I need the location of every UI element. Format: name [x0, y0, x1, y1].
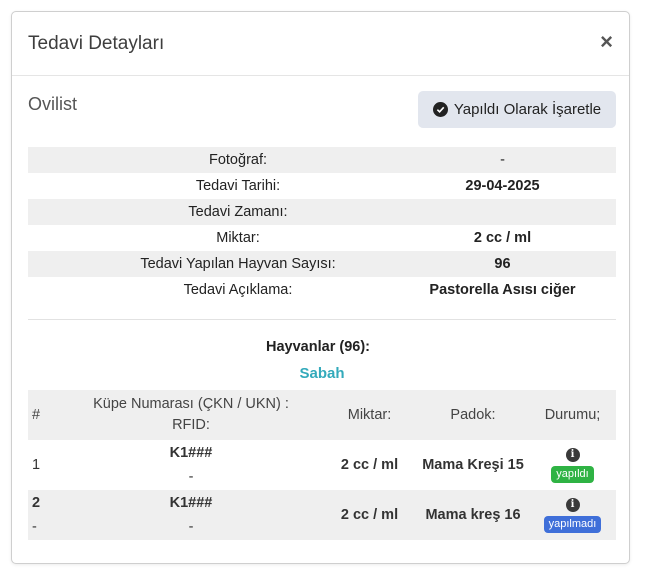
- detail-label: Fotoğraf:: [208, 152, 268, 168]
- row-status: i yapıldı: [529, 440, 616, 490]
- detail-table: Fotoğraf: - Tedavi Tarihi: 29-04-2025 Te…: [28, 147, 616, 303]
- table-header-row: # Küpe Numarası (ÇKN / UKN) : RFID: Mikt…: [28, 390, 616, 440]
- header-tag-line2: RFID:: [172, 417, 210, 433]
- detail-value: 29-04-2025: [465, 178, 540, 194]
- row-tag: K1### -: [60, 490, 322, 540]
- modal-header: Tedavi Detayları ×: [12, 12, 629, 76]
- section-title: Ovilist: [28, 94, 77, 114]
- detail-value: 2 cc / ml: [473, 230, 532, 246]
- animals-table: # Küpe Numarası (ÇKN / UKN) : RFID: Mikt…: [28, 390, 616, 540]
- row-amount: 2 cc / ml: [340, 507, 399, 523]
- row-status: i yapılmadı: [529, 490, 616, 540]
- detail-value: 96: [494, 256, 511, 272]
- detail-label: Tedavi Açıklama:: [183, 282, 293, 298]
- mark-as-done-label: Yapıldı Olarak İşaretle: [453, 101, 602, 118]
- table-row: 1 K1### - 2 cc / ml Mama Kreşi 15 i yapı…: [28, 440, 616, 490]
- row-index-sub: -: [32, 519, 37, 535]
- detail-label: Tedavi Yapılan Hayvan Sayısı:: [140, 256, 336, 272]
- header-tag-line1: Küpe Numarası (ÇKN / UKN) :: [93, 396, 289, 412]
- header-pen: Padok:: [417, 390, 529, 440]
- detail-value: [389, 199, 616, 225]
- header-tag: Küpe Numarası (ÇKN / UKN) : RFID:: [60, 390, 322, 440]
- header-status: Durumu;: [529, 390, 616, 440]
- detail-label: Tedavi Tarihi:: [195, 178, 281, 194]
- row-index: 1: [28, 440, 60, 490]
- info-icon[interactable]: i: [565, 497, 580, 512]
- status-badge: yapılmadı: [543, 515, 602, 533]
- detail-label: Miktar:: [216, 230, 260, 246]
- row-tag: K1### -: [60, 440, 322, 490]
- shift-label: Sabah: [299, 365, 345, 382]
- row-index-value: 1: [32, 457, 41, 473]
- row-amount: 2 cc / ml: [340, 457, 399, 473]
- detail-label: Tedavi Zamanı:: [188, 204, 288, 220]
- row-pen: Mama Kreşi 15: [422, 457, 524, 473]
- header-amount: Miktar:: [322, 390, 417, 440]
- check-circle-icon: [432, 102, 448, 117]
- close-icon[interactable]: ×: [600, 31, 613, 53]
- row-rfid: -: [188, 469, 194, 485]
- detail-row: Tedavi Zamanı:: [28, 199, 616, 225]
- animals-title: Hayvanlar (96):: [266, 339, 370, 355]
- modal-title: Tedavi Detayları: [28, 33, 165, 54]
- table-row: 2 - K1### - 2 cc / ml Mama kreş 16 i yap…: [28, 490, 616, 540]
- row-rfid: -: [188, 519, 194, 535]
- detail-row: Miktar: 2 cc / ml: [28, 225, 616, 251]
- detail-value: -: [500, 152, 505, 168]
- row-tag-id: K1###: [169, 495, 213, 511]
- row-pen: Mama kreş 16: [425, 507, 521, 523]
- detail-row: Fotoğraf: -: [28, 147, 616, 173]
- detail-row: Tedavi Yapılan Hayvan Sayısı: 96: [28, 251, 616, 277]
- row-tag-id: K1###: [169, 445, 213, 461]
- mark-as-done-button[interactable]: Yapıldı Olarak İşaretle: [418, 91, 616, 128]
- detail-row: Tedavi Tarihi: 29-04-2025: [28, 173, 616, 199]
- row-index: 2 -: [28, 490, 60, 540]
- treatment-details-modal: Tedavi Detayları × Ovilist Yapıldı Olara…: [11, 11, 630, 564]
- info-icon[interactable]: i: [565, 447, 580, 462]
- header-index: #: [28, 390, 60, 440]
- divider: [28, 319, 616, 320]
- detail-row: Tedavi Açıklama: Pastorella Asısı ciğer: [28, 277, 616, 303]
- detail-value: Pastorella Asısı ciğer: [429, 282, 576, 298]
- row-index-value: 2: [32, 495, 41, 511]
- status-badge: yapıldı: [551, 465, 594, 483]
